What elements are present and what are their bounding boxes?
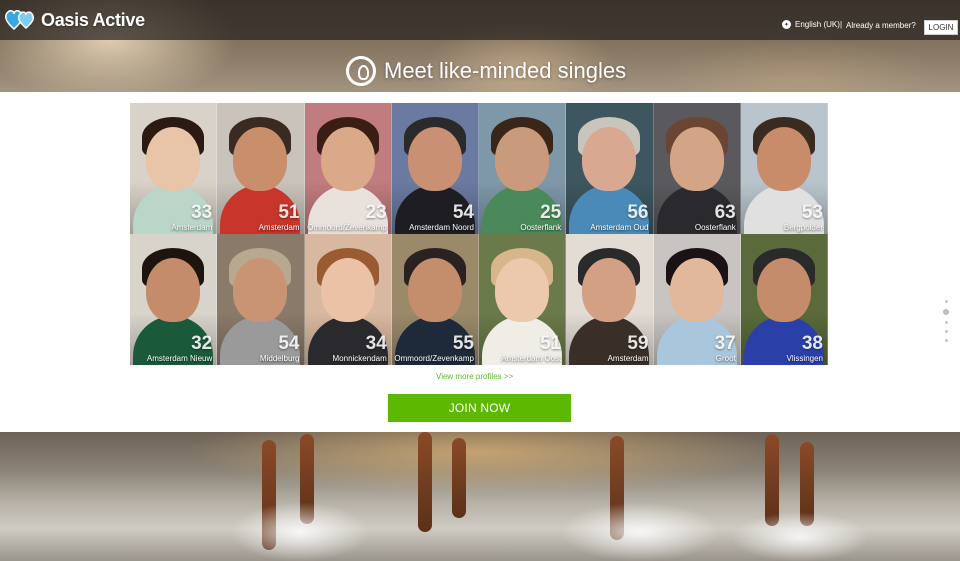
profile-age: 55 <box>452 333 474 354</box>
profile-city: Middelburg <box>259 354 300 363</box>
profile-age: 33 <box>191 202 213 223</box>
slide-pager <box>943 300 949 342</box>
profile-card[interactable]: 54 Middelburg <box>217 234 305 365</box>
profile-photo-face <box>233 127 288 191</box>
profile-age: 34 <box>365 333 387 354</box>
profile-card[interactable]: 55 Ommoord/Zevenkamp <box>391 234 479 365</box>
profile-photo-face <box>756 127 811 191</box>
profile-city: Oosterflank <box>520 223 562 232</box>
profile-card[interactable]: 33 Amsterdam <box>130 103 218 234</box>
pager-dot[interactable] <box>944 330 948 333</box>
profile-card[interactable]: 38 Vlissingen <box>740 234 828 365</box>
profile-grid: 33 Amsterdam 51 Amsterdam 23 Ommoord/Zevenkam… <box>130 103 828 365</box>
water-splash <box>730 512 870 561</box>
profile-photo-face <box>407 258 462 322</box>
profile-card[interactable]: 51 Amsterdam Oost <box>479 234 567 365</box>
profile-card[interactable]: 37 Groot <box>653 234 741 365</box>
profile-city: Amsterdam Nieuw <box>146 354 213 363</box>
profile-age: 25 <box>540 202 562 223</box>
profile-card[interactable]: 54 Amsterdam Noord <box>391 103 479 234</box>
pager-dot[interactable] <box>944 300 948 303</box>
profile-city: Ommoord/Zevenkamp <box>394 354 474 363</box>
profile-photo-face <box>756 258 811 322</box>
runner-silhouette <box>418 432 432 532</box>
profile-city: Amsterdam <box>171 223 213 232</box>
profile-card[interactable]: 25 Oosterflank <box>479 103 567 234</box>
profile-photo-face <box>320 258 375 322</box>
pager-dot[interactable] <box>944 321 948 324</box>
water-splash <box>560 502 720 561</box>
pager-dot[interactable] <box>944 339 948 342</box>
globe-icon: ✦ <box>782 20 791 29</box>
pager-dot-active[interactable] <box>943 309 949 315</box>
profile-photo-face <box>582 127 637 191</box>
login-button[interactable]: LOGIN <box>924 20 958 35</box>
profile-card[interactable]: 63 Oosterflank <box>653 103 741 234</box>
already-member-text: Already a member? <box>846 21 916 30</box>
profile-city: Groot <box>715 354 736 363</box>
profile-age: 51 <box>540 333 562 354</box>
profile-photo-face <box>146 258 201 322</box>
profile-age: 37 <box>714 333 736 354</box>
profile-age: 63 <box>714 202 736 223</box>
profile-city: Amsterdam <box>607 354 649 363</box>
profile-card[interactable]: 59 Amsterdam <box>566 234 654 365</box>
profile-photo-face <box>669 127 724 191</box>
profile-age: 38 <box>801 333 823 354</box>
profile-city: Amsterdam <box>258 223 300 232</box>
profile-age: 51 <box>278 202 300 223</box>
runner-silhouette <box>452 438 466 518</box>
profile-city: Oosterflank <box>694 223 736 232</box>
runner-silhouette <box>765 434 779 526</box>
profile-card[interactable]: 32 Amsterdam Nieuw <box>130 234 218 365</box>
profile-photo-face <box>146 127 201 191</box>
profile-card[interactable]: 34 Monnickendam <box>304 234 392 365</box>
profile-age: 32 <box>191 333 213 354</box>
profile-age: 59 <box>627 333 649 354</box>
profile-photo-face <box>407 127 462 191</box>
profile-photo-face <box>495 127 550 191</box>
profile-city: Bergpolder <box>783 223 823 232</box>
water-splash <box>230 502 370 561</box>
view-more-profiles-link[interactable]: View more profiles >> <box>436 372 513 381</box>
profile-city: Amsterdam Oost <box>501 354 562 363</box>
profile-age: 56 <box>627 202 649 223</box>
profile-card[interactable]: 23 Ommoord/Zevenkamp <box>304 103 392 234</box>
profile-city: Ommoord/Zevenkamp <box>307 223 387 232</box>
site-logo[interactable]: Oasis Active <box>4 6 145 34</box>
profile-city: Vlissingen <box>786 354 823 363</box>
profile-photo-face <box>582 258 637 322</box>
logo-text: Oasis Active <box>41 9 145 30</box>
profile-age: 53 <box>801 202 823 223</box>
join-now-button[interactable]: JOIN NOW <box>388 394 571 422</box>
profile-photo-face <box>233 258 288 322</box>
hero-headline: Meet like-minded singles <box>346 56 626 86</box>
header-separator: | <box>840 20 843 29</box>
profile-age: 23 <box>365 202 387 223</box>
beach-background-bottom <box>0 432 960 561</box>
profile-pin-icon <box>346 56 376 86</box>
profile-card[interactable]: 56 Amsterdam Oud <box>566 103 654 234</box>
profile-photo-face <box>320 127 375 191</box>
top-header: Oasis Active ✦ English (UK) | Already a … <box>0 0 960 40</box>
profile-city: Amsterdam Oud <box>590 223 649 232</box>
profile-city: Monnickendam <box>332 354 387 363</box>
language-label: English (UK) <box>795 20 840 29</box>
profile-age: 54 <box>278 333 300 354</box>
profile-photo-face <box>669 258 724 322</box>
headline-text: Meet like-minded singles <box>384 58 627 83</box>
profile-card[interactable]: 51 Amsterdam <box>217 103 305 234</box>
profile-photo-face <box>495 258 550 322</box>
language-selector[interactable]: ✦ English (UK) <box>782 20 840 29</box>
profile-age: 54 <box>452 202 474 223</box>
profile-card[interactable]: 53 Bergpolder <box>740 103 828 234</box>
hearts-logo-icon <box>4 7 38 33</box>
profile-city: Amsterdam Noord <box>409 223 474 232</box>
